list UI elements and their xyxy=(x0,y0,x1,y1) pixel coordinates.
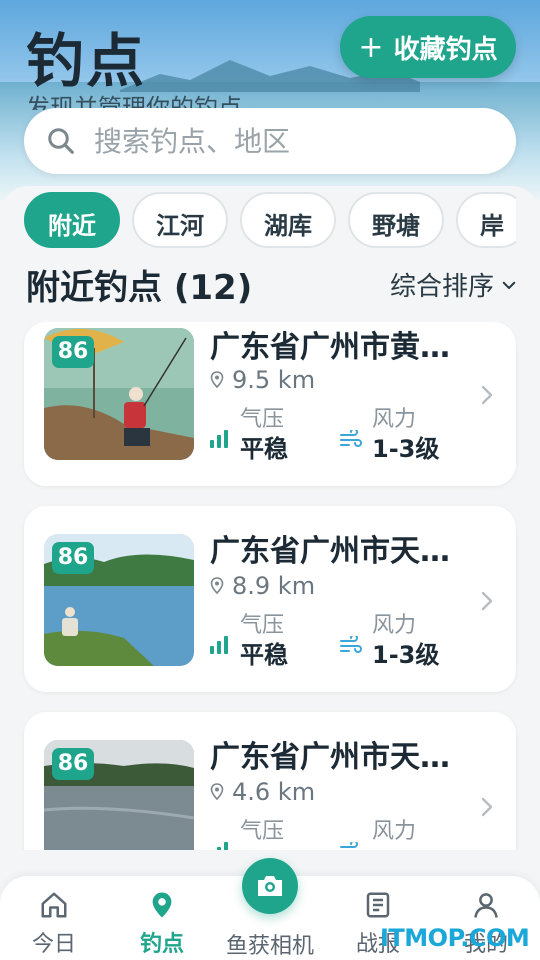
spot-distance: 8.9 km xyxy=(210,572,315,600)
spot-card[interactable]: 86 广东省广州市天… 4.6 km 气压 风力 xyxy=(24,712,516,850)
wind-label: 风力 xyxy=(372,407,417,432)
spot-photo: 86 xyxy=(44,740,194,850)
location-pin-icon xyxy=(210,371,224,389)
report-icon xyxy=(366,892,390,918)
wind-metric: 风力 1-3级 xyxy=(340,406,439,464)
page-subtitle: 发现并管理你的钓点 xyxy=(26,94,242,110)
signal-bars-icon xyxy=(210,430,228,448)
chevron-right-icon xyxy=(481,385,493,405)
spot-score-badge: 86 xyxy=(52,542,94,574)
pressure-value: 平稳 xyxy=(240,641,288,669)
tab-today[interactable]: 今日 xyxy=(14,890,94,958)
location-pin-icon xyxy=(152,892,172,918)
chip-shore[interactable]: 岸 xyxy=(456,192,516,248)
chevron-right-icon xyxy=(481,797,493,817)
wind-icon xyxy=(340,636,362,653)
pressure-label: 气压 xyxy=(240,613,285,638)
wind-metric: 风力 1-3级 xyxy=(340,612,439,670)
spot-photo: 86 xyxy=(44,328,194,460)
signal-bars-icon xyxy=(210,636,228,654)
search-bar[interactable] xyxy=(24,108,516,174)
spot-name: 广东省广州市天… xyxy=(210,534,450,569)
pressure-label: 气压 xyxy=(240,407,285,432)
signal-bars-icon xyxy=(217,842,228,850)
wind-label: 风力 xyxy=(372,613,417,638)
favorite-spots-button[interactable]: + 收藏钓点 xyxy=(340,16,516,78)
spot-distance-value: 8.9 km xyxy=(232,572,316,600)
spot-card[interactable]: 86 广东省广州市黄… 9.5 km 气压 平稳 风力 1-3级 xyxy=(24,322,516,486)
spot-card[interactable]: 86 广东省广州市天… 8.9 km 气压 平稳 风力 1-3级 xyxy=(24,506,516,692)
chip-ponds[interactable]: 野塘 xyxy=(348,192,444,248)
catch-camera-button[interactable] xyxy=(242,858,298,914)
tab-camera-label[interactable]: 鱼获相机 xyxy=(222,928,318,960)
wind-value: 1-3级 xyxy=(372,641,440,669)
tab-spots-label: 钓点 xyxy=(139,932,184,957)
pressure-value: 平稳 xyxy=(240,435,288,463)
pressure-metric: 气压 平稳 xyxy=(210,406,288,464)
wind-value: 1-3级 xyxy=(372,435,440,463)
spot-distance: 9.5 km xyxy=(210,366,315,394)
category-chips: 附近 江河 湖库 野塘岸 xyxy=(24,192,516,248)
chip-lakes[interactable]: 湖库 xyxy=(240,192,336,248)
home-icon xyxy=(41,892,67,918)
chip-rivers[interactable]: 江河 xyxy=(132,192,228,248)
wind-label: 风力 xyxy=(372,819,417,844)
spot-score-badge: 86 xyxy=(52,336,94,368)
spot-name: 广东省广州市黄… xyxy=(210,330,450,365)
sort-label: 综合排序 xyxy=(390,272,495,302)
spot-list: 86 广东省广州市黄… 9.5 km 气压 平稳 风力 1-3级 86 广东省广… xyxy=(0,322,540,850)
search-input[interactable] xyxy=(94,124,474,158)
watermark: ITMOP.COM xyxy=(380,924,530,952)
spot-distance-value: 9.5 km xyxy=(232,366,316,394)
sort-dropdown[interactable]: 综合排序 xyxy=(390,266,518,303)
spot-distance-value: 4.6 km xyxy=(232,778,316,806)
pressure-metric: 气压 平稳 xyxy=(210,612,288,670)
spot-distance: 4.6 km xyxy=(210,778,315,806)
favorite-spots-label: 收藏钓点 xyxy=(393,34,498,65)
chip-nearby[interactable]: 附近 xyxy=(24,192,120,248)
pressure-label: 气压 xyxy=(240,819,285,844)
tab-spots[interactable]: 钓点 xyxy=(122,890,202,958)
location-pin-icon xyxy=(210,577,224,595)
page-title: 钓点 xyxy=(26,27,147,95)
spot-photo: 86 xyxy=(44,534,194,666)
chevron-down-icon xyxy=(502,281,516,289)
wind-icon xyxy=(340,842,358,848)
plus-icon: + xyxy=(358,29,384,65)
camera-icon xyxy=(258,876,282,896)
search-icon xyxy=(48,128,74,154)
chevron-right-icon xyxy=(481,591,493,611)
location-pin-icon xyxy=(210,783,224,801)
wind-icon xyxy=(340,430,362,447)
spot-name: 广东省广州市天… xyxy=(210,740,450,775)
section-title: 附近钓点 (12) xyxy=(26,268,253,308)
pressure-metric: 气压 xyxy=(210,818,284,850)
user-icon xyxy=(474,893,498,918)
spot-score-badge: 86 xyxy=(52,748,94,780)
wind-metric: 风力 xyxy=(340,818,416,850)
tab-today-label: 今日 xyxy=(31,932,76,957)
